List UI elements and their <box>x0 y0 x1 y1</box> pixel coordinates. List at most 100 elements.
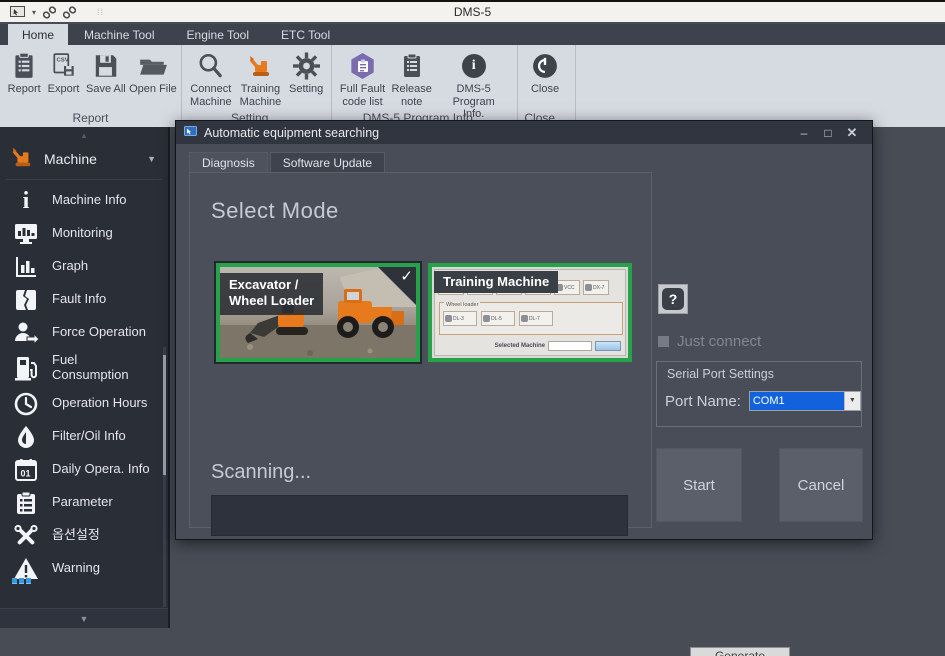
window-title: DMS-5 <box>0 5 945 19</box>
dialog-title-bar[interactable]: Automatic equipment searching – □ ✕ <box>176 121 872 144</box>
cancel-button[interactable]: Cancel <box>779 448 863 522</box>
training-machine-icon <box>245 51 275 81</box>
dialog-automatic-equipment-searching: Automatic equipment searching – □ ✕ Diag… <box>175 120 873 540</box>
program-info-icon: i <box>462 51 486 81</box>
diagnosis-tab-page: Select Mode E <box>189 172 652 528</box>
sidebar-item-parameter[interactable]: Parameter <box>0 486 168 519</box>
ribbon-group-setting: Connect Machine Training Machine Setting… <box>182 45 332 127</box>
fault-info-icon <box>0 288 52 312</box>
port-name-value: COM1 <box>750 392 844 410</box>
fuel-pump-icon <box>0 355 52 381</box>
start-button[interactable]: Start <box>656 448 742 522</box>
force-operation-icon <box>0 321 52 345</box>
sidebar-scroll-down-icon[interactable]: ▼ <box>0 608 168 628</box>
tab-software-update[interactable]: Software Update <box>270 152 385 172</box>
check-icon: ✓ <box>400 267 413 285</box>
oil-drop-icon <box>0 425 52 449</box>
sidebar: ▲ Machine ▼ i Machine Info Monitoring <box>0 127 170 628</box>
full-fault-code-list-button[interactable]: Full Fault code list <box>336 49 389 108</box>
mini-ok-button <box>595 341 621 351</box>
ribbon-group-close: Close Close⌄ <box>518 45 576 127</box>
mini-selected-machine-field <box>548 341 592 351</box>
sidebar-header-label: Machine <box>44 151 147 167</box>
serial-port-settings-group: Serial Port Settings Port Name: COM1 ▼ <box>656 361 862 427</box>
sidebar-scroll-up-icon[interactable]: ▲ <box>0 127 168 141</box>
chevron-down-icon[interactable]: ▼ <box>147 154 160 164</box>
combo-dropdown-icon[interactable]: ▼ <box>844 392 860 410</box>
mode-card-excavator-wheel-loader[interactable]: Excavator / Wheel Loader ✓ <box>214 261 422 364</box>
sidebar-item-operation-hours[interactable]: Operation Hours <box>0 387 168 420</box>
calendar-icon: 01 <box>0 458 52 482</box>
port-name-select[interactable]: COM1 ▼ <box>749 391 861 411</box>
select-mode-heading: Select Mode <box>211 198 339 224</box>
svg-text:01: 01 <box>21 468 31 478</box>
sidebar-scrollbar-thumb[interactable] <box>163 355 166 475</box>
connect-machine-button[interactable]: Connect Machine <box>186 49 236 108</box>
graph-icon <box>0 255 52 279</box>
sidebar-item-filter-oil-info[interactable]: Filter/Oil Info <box>0 420 168 453</box>
tab-diagnosis[interactable]: Diagnosis <box>189 152 268 172</box>
open-file-button[interactable]: Open File <box>129 49 177 96</box>
dialog-maximize-button[interactable]: □ <box>816 126 840 140</box>
title-bar: ▾ ⁞⁞ DMS-5 <box>0 0 945 22</box>
app-window: ▾ ⁞⁞ DMS-5 Home Machine Tool Engine Tool… <box>0 0 945 656</box>
release-note-icon <box>400 51 424 81</box>
setting-button[interactable]: Setting <box>285 49 327 96</box>
card-label-training-machine: Training Machine <box>434 271 558 293</box>
dialog-close-button[interactable]: ✕ <box>840 125 864 141</box>
ribbon: Report CSV Export Save All <box>0 45 945 127</box>
generate-button-partial[interactable]: Generate <box>690 647 790 656</box>
sidebar-footer-icon <box>12 578 31 584</box>
export-csv-icon: CSV <box>51 51 77 81</box>
sidebar-item-option-settings[interactable]: 옵션설정 <box>0 519 168 552</box>
report-icon <box>11 51 37 81</box>
sidebar-header-machine[interactable]: Machine ▼ <box>0 141 168 177</box>
ribbon-group-report: Report CSV Export Save All <box>0 45 182 127</box>
sidebar-menu: i Machine Info Monitoring Graph Faul <box>0 180 168 585</box>
ribbon-group-program-info: Full Fault code list Release note i DMS-… <box>332 45 518 127</box>
help-icon: ? <box>662 288 684 310</box>
export-button[interactable]: CSV Export <box>44 49 82 96</box>
checkbox-icon[interactable] <box>658 336 669 347</box>
group-label-report: Report <box>72 111 108 125</box>
dialog-app-icon <box>184 124 197 142</box>
training-machine-button[interactable]: Training Machine <box>236 49 286 108</box>
card-label-excavator: Excavator / Wheel Loader <box>220 273 323 315</box>
save-all-icon <box>92 51 119 81</box>
sidebar-item-machine-info[interactable]: i Machine Info <box>0 184 168 217</box>
help-button[interactable]: ? <box>658 284 688 314</box>
sidebar-item-fuel-consumption[interactable]: Fuel Consumption <box>0 349 168 387</box>
just-connect-label: Just connect <box>677 333 761 350</box>
ribbon-tab-etc-tool[interactable]: ETC Tool <box>265 24 346 45</box>
dialog-minimize-button[interactable]: – <box>792 126 816 140</box>
ribbon-tab-home[interactable]: Home <box>8 24 68 45</box>
power-icon <box>532 51 558 81</box>
monitoring-icon <box>0 222 52 246</box>
release-note-button[interactable]: Release note <box>389 49 434 108</box>
sidebar-item-monitoring[interactable]: Monitoring <box>0 217 168 250</box>
mode-card-training-machine[interactable]: VCC DX-7 Wheel loader DL-3 DL-5 DL-7 Sel… <box>428 263 632 362</box>
excavator-icon <box>8 145 36 174</box>
port-name-label: Port Name: <box>665 393 741 410</box>
fault-code-list-icon <box>350 51 376 81</box>
ribbon-tab-machine-tool[interactable]: Machine Tool <box>68 24 171 45</box>
info-icon: i <box>0 189 52 213</box>
sidebar-item-graph[interactable]: Graph <box>0 250 168 283</box>
mini-selected-machine-label: Selected Machine <box>495 343 545 349</box>
sidebar-item-fault-info[interactable]: Fault Info <box>0 283 168 316</box>
close-button[interactable]: Close <box>522 49 568 96</box>
open-file-icon <box>138 51 168 81</box>
report-button[interactable]: Report <box>4 49 44 96</box>
sidebar-item-force-operation[interactable]: Force Operation <box>0 316 168 349</box>
scan-progress-area <box>211 495 628 536</box>
dialog-title: Automatic equipment searching <box>204 126 792 140</box>
save-all-button[interactable]: Save All <box>83 49 129 96</box>
parameter-icon <box>0 491 52 515</box>
ribbon-tab-engine-tool[interactable]: Engine Tool <box>171 24 266 45</box>
serial-port-settings-label: Serial Port Settings <box>657 362 861 381</box>
svg-text:CSV: CSV <box>56 58 68 64</box>
ribbon-tab-bar: Home Machine Tool Engine Tool ETC Tool <box>0 24 945 45</box>
clock-icon <box>0 392 52 416</box>
just-connect-checkbox[interactable]: Just connect <box>658 333 761 350</box>
sidebar-item-daily-opera-info[interactable]: 01 Daily Opera. Info <box>0 453 168 486</box>
